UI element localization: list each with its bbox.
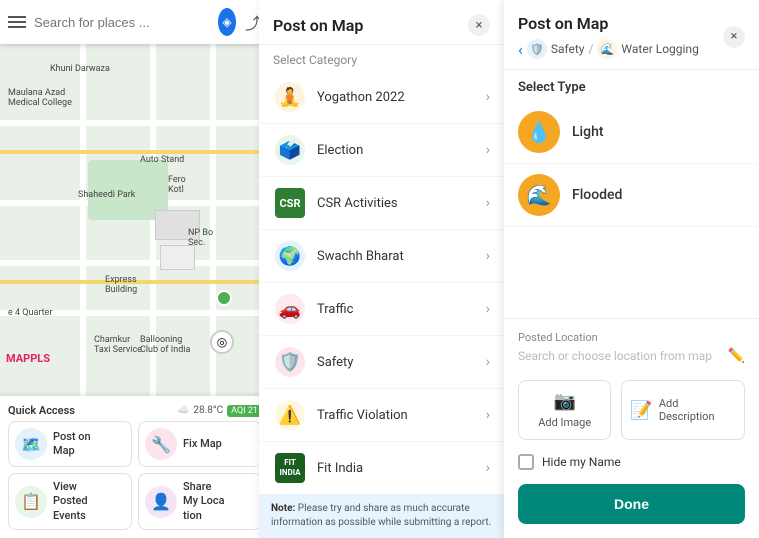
aqi-badge: AQI 21 xyxy=(227,405,262,417)
view-posted-icon: 📋 xyxy=(15,486,47,518)
quick-item-fix-map[interactable]: 🔧 Fix Map xyxy=(138,421,262,467)
select-type-label: Select Type xyxy=(504,70,759,101)
category-item-yogathon[interactable]: 🧘 Yogathon 2022 › xyxy=(259,71,504,124)
map-label: FeroKotl xyxy=(168,175,186,195)
map-label: ChamkurTaxi Service xyxy=(94,335,142,355)
map-label: Khuni Darwaza xyxy=(50,64,110,74)
chevron-right-icon: › xyxy=(486,460,490,476)
map-label: Auto Stand xyxy=(140,155,184,165)
map-pin xyxy=(216,290,232,306)
map-label: e 4 Quarter xyxy=(8,308,52,318)
quick-item-view-posted[interactable]: 📋 ViewPostedEvents xyxy=(8,473,132,530)
category-list: 🧘 Yogathon 2022 › 🗳️ Election › CSR CSR … xyxy=(259,71,504,494)
map-label: ExpressBuilding xyxy=(105,275,137,295)
search-input[interactable] xyxy=(34,15,210,30)
edit-location-icon[interactable]: ✏️ xyxy=(728,348,745,364)
panel2-header: Post on Map ‹ 🛡️ Safety / 🌊 Water Loggin… xyxy=(504,0,759,70)
mappls-label: MAPPLS xyxy=(6,352,50,365)
chevron-right-icon: › xyxy=(486,301,490,317)
quick-access-title: Quick Access xyxy=(8,404,75,417)
post-on-map-icon: 🗺️ xyxy=(15,428,47,460)
map-label: BallooningClub of India xyxy=(140,335,190,355)
directions-icon[interactable]: ◈ xyxy=(218,8,236,36)
camera-icon: 📷 xyxy=(554,391,576,412)
location-search-placeholder: Search or choose location from map xyxy=(518,349,722,363)
note-bar: Note: Please try and share as much accur… xyxy=(259,494,504,538)
water-logging-breadcrumb-icon: 🌊 xyxy=(597,39,617,59)
quick-item-share-location[interactable]: 👤 ShareMy Location xyxy=(138,473,262,530)
map-label: NP BoSec. xyxy=(188,228,213,248)
breadcrumb: ‹ 🛡️ Safety / 🌊 Water Logging xyxy=(518,39,699,59)
category-item-traffic[interactable]: 🚗 Traffic › xyxy=(259,283,504,336)
type-item-flooded[interactable]: 🌊 Flooded xyxy=(504,164,759,227)
map-label: Maulana AzadMedical College xyxy=(8,88,72,108)
flooded-type-icon: 🌊 xyxy=(518,174,560,216)
description-icon: 📝 xyxy=(630,400,652,421)
chevron-right-icon: › xyxy=(486,195,490,211)
locate-button[interactable]: ◎ xyxy=(210,330,234,354)
category-item-csr[interactable]: CSR CSR Activities › xyxy=(259,177,504,230)
panel2-title: Post on Map xyxy=(518,14,608,33)
panel1-title: Post on Map xyxy=(273,16,363,35)
chevron-right-icon: › xyxy=(486,142,490,158)
category-item-traffic-violation[interactable]: ⚠️ Traffic Violation › xyxy=(259,389,504,442)
hide-name-label: Hide my Name xyxy=(542,455,621,469)
posted-location-section: Posted Location Search or choose locatio… xyxy=(504,318,759,372)
add-description-button[interactable]: 📝 Add Description xyxy=(621,380,745,440)
chevron-right-icon: › xyxy=(486,354,490,370)
fix-map-icon: 🔧 xyxy=(145,428,177,460)
quick-item-post-on-map[interactable]: 🗺️ Post onMap xyxy=(8,421,132,467)
select-category-label: Select Category xyxy=(259,45,504,71)
share-location-icon: 👤 xyxy=(145,486,177,518)
action-buttons: 📷 Add Image 📝 Add Description xyxy=(504,372,759,448)
chevron-right-icon: › xyxy=(486,248,490,264)
done-button[interactable]: Done xyxy=(518,484,745,524)
panel1-header: Post on Map × xyxy=(259,0,504,45)
back-button[interactable]: ‹ xyxy=(518,40,523,59)
hide-name-checkbox[interactable] xyxy=(518,454,534,470)
category-item-swachh[interactable]: 🌍 Swachh Bharat › xyxy=(259,230,504,283)
quick-access-panel: Quick Access ☁️ 28.8°C AQI 21 🗺️ Post on… xyxy=(0,396,270,538)
safety-breadcrumb-icon: 🛡️ xyxy=(527,39,547,59)
location-search-row: Search or choose location from map ✏️ xyxy=(518,348,745,364)
posted-location-title: Posted Location xyxy=(518,331,745,344)
map-label: Shaheedi Park xyxy=(78,190,135,200)
hide-name-row: Hide my Name xyxy=(504,448,759,480)
post-on-map-type-panel: Post on Map ‹ 🛡️ Safety / 🌊 Water Loggin… xyxy=(504,0,759,538)
category-item-safety[interactable]: 🛡️ Safety › xyxy=(259,336,504,389)
type-item-light[interactable]: 💧 Light xyxy=(504,101,759,164)
quick-grid: 🗺️ Post onMap 🔧 Fix Map 📋 ViewPostedEven… xyxy=(8,421,262,530)
chevron-right-icon: › xyxy=(486,89,490,105)
weather-badge: ☁️ 28.8°C AQI 21 xyxy=(177,405,262,417)
chevron-right-icon: › xyxy=(486,407,490,423)
add-image-button[interactable]: 📷 Add Image xyxy=(518,380,611,440)
category-item-fit-india[interactable]: FITINDIA Fit India › xyxy=(259,442,504,494)
post-on-map-panel: Post on Map × Select Category 🧘 Yogathon… xyxy=(259,0,504,538)
panel1-close-button[interactable]: × xyxy=(468,14,490,36)
top-bar: ◈ ⤴ xyxy=(0,0,270,44)
panel2-close-button[interactable]: × xyxy=(723,26,745,48)
hamburger-menu[interactable] xyxy=(8,16,26,28)
light-type-icon: 💧 xyxy=(518,111,560,153)
category-item-election[interactable]: 🗳️ Election › xyxy=(259,124,504,177)
